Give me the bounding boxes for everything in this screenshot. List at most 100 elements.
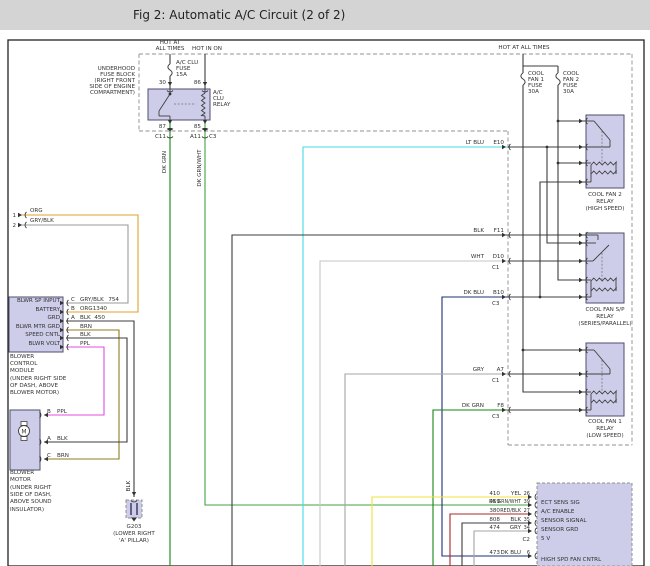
pin-b10: B10: [493, 290, 504, 296]
wire-blk: [232, 235, 508, 566]
connector-arrow-icon: [168, 82, 172, 86]
connector-arrow-icon: [579, 119, 583, 123]
connector-c3: C3: [209, 134, 217, 140]
connector-arrow-icon: [579, 295, 583, 299]
wire-color-label: PPL: [57, 409, 68, 415]
connector-c3: C3: [492, 301, 500, 307]
connector-socket-icon: [535, 520, 536, 526]
module-pin-label: BLWR VOLT: [28, 341, 60, 347]
wire-color-label: GRY: [510, 525, 522, 531]
wire-color-label: PPL: [80, 341, 91, 347]
relay-pin-30: 30: [159, 80, 167, 86]
relay-pin-86: 86: [194, 80, 202, 86]
connector-c11: C11: [155, 134, 166, 140]
hot-in-on-label: HOT IN ON: [192, 46, 222, 52]
wire-color-label: DK GRN: [462, 403, 484, 409]
ac-clu-fuse-label: 15A: [176, 72, 187, 78]
blower-control-module-caption: OF DASH, ABOVE: [10, 383, 58, 389]
connector-arrow-icon: [579, 259, 583, 263]
cool-fan-2-relay-box: [586, 115, 624, 188]
module-pin-letter: C: [71, 297, 75, 303]
ac-clu-relay-caption: RELAY: [213, 102, 231, 108]
connector-socket-icon: [535, 528, 536, 534]
wire-color-label: BLK: [80, 332, 91, 338]
junction-dot: [546, 146, 549, 149]
circuit-number: 450: [94, 315, 105, 321]
pcm-row-label: 5 V: [541, 536, 550, 542]
junction-dot: [169, 93, 172, 96]
wire-color-label: DK GRN/WHT: [197, 149, 203, 187]
pin-2: 2: [12, 223, 16, 229]
g203-caption: G203: [126, 524, 141, 530]
fuse-icon: [521, 73, 525, 85]
wire-color-label: WHT: [471, 254, 485, 260]
motor-pin-letter: B: [47, 409, 51, 415]
connector-c3: C3: [492, 414, 500, 420]
wire-color-label: BLK: [473, 228, 484, 234]
connector-arrow-icon: [579, 390, 583, 394]
junction-dot: [522, 349, 525, 352]
pcm-pin-6: 6: [527, 550, 530, 556]
cool-fan-1-relay-caption: (LOW SPEED): [586, 433, 623, 439]
wiring-diagram-page: Fig 2: Automatic A/C Circuit (2 of 2) HO…: [0, 0, 650, 566]
ground-arrow-icon: [131, 518, 137, 522]
motor-brush-icon: [21, 437, 27, 441]
module-pin-label: BLWR MTR GRD: [16, 324, 60, 330]
blower-motor-caption: INSULATOR): [10, 507, 44, 513]
wire-color-label: YEL: [510, 491, 522, 497]
module-pin-label: BLWR SP INPUT: [17, 298, 61, 304]
circuit-number: 1340: [93, 306, 108, 312]
blower-motor-caption: (UNDER RIGHT: [10, 485, 52, 491]
pcm-pin-27: 27: [524, 508, 530, 514]
pin-e10: E10: [493, 140, 504, 146]
hot-at-all-times-label: HOT AT ALL TIMES: [498, 45, 550, 51]
wire-color-label: ORG: [30, 208, 43, 214]
cool-fan-2-fuse-label: 30A: [563, 89, 574, 95]
wire-wht: [320, 261, 508, 566]
blower-motor-caption: BLOWER: [10, 470, 34, 476]
fuse-icon: [168, 64, 172, 76]
underhood-fuse-block-caption: COMPARTMENT): [90, 90, 135, 96]
circuit-number: 754: [108, 297, 119, 303]
connector-arrow-icon: [203, 120, 207, 124]
circuit-number: 808: [489, 517, 500, 523]
blower-motor-caption: ABOVE SOUND: [10, 499, 52, 505]
connector-c2: C2: [523, 537, 530, 543]
wire-color-label: BLK: [57, 436, 68, 442]
connector-arrow-icon: [579, 145, 583, 149]
junction-dot: [557, 162, 560, 165]
motor-brush-icon: [21, 422, 27, 426]
pcm-row-label: SENSOR GRD: [541, 527, 578, 533]
blower-control-module-caption: BLOWER MOTOR): [10, 390, 59, 396]
pcm-row-label: A/C ENABLE: [541, 509, 575, 515]
pin-f11: F11: [494, 228, 505, 234]
wire-color-label: BLK: [80, 315, 91, 321]
blower-control-module-caption: MODULE: [10, 368, 35, 374]
connector-arrow-icon: [168, 120, 172, 124]
g203-caption: 'A' PILLAR): [119, 538, 149, 544]
motor-pin-letter: A: [47, 436, 51, 442]
wire-color-label: BLK: [126, 480, 132, 491]
wire-ltblu: [303, 147, 508, 566]
connector-arrow-icon: [579, 233, 583, 237]
connector-arrow-icon: [579, 180, 583, 184]
connector-socket-icon: [535, 511, 536, 517]
circuit-number: 474: [489, 525, 500, 531]
pcm-row-label: HIGH SPD FAN CNTRL: [541, 557, 602, 563]
motor-symbol-label: M: [21, 429, 26, 436]
pcm-pin-26: 26: [524, 491, 530, 497]
wire-color-label: BRN: [57, 453, 69, 459]
connector-arrow-icon: [579, 161, 583, 165]
blower-control-module-caption: CONTROL: [10, 361, 38, 367]
wire-color-label: DK BLU: [500, 550, 521, 556]
circuit-number: 410: [489, 491, 500, 497]
module-pin-label: SPEED CNTL: [25, 332, 61, 338]
hot-at-label: ALL TIMES: [156, 46, 185, 52]
wire-color-label: RED/BLK: [500, 508, 522, 514]
connector-arrow-icon: [579, 278, 583, 282]
cool-fan-1-relay-caption: RELAY: [596, 426, 614, 432]
cool-fan-sp-relay-caption: RELAY: [596, 314, 614, 320]
connector-c1: C1: [492, 265, 500, 271]
pin-f8: F8: [497, 403, 504, 409]
wire-dkgrn: [433, 410, 508, 566]
